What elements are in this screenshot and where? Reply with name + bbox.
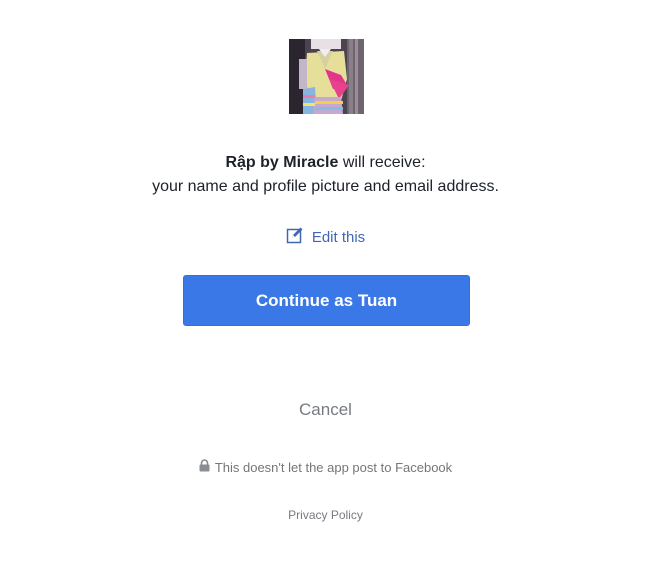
post-permission-notice: This doesn't let the app post to Faceboo… xyxy=(0,459,651,475)
cancel-button[interactable]: Cancel xyxy=(0,400,651,420)
notice-text: This doesn't let the app post to Faceboo… xyxy=(214,459,453,475)
app-profile-picture xyxy=(289,39,364,114)
permission-scopes: your name and profile picture and email … xyxy=(152,178,499,195)
continue-button[interactable]: Continue as Tuan xyxy=(183,275,470,326)
privacy-policy-link[interactable]: Privacy Policy xyxy=(0,508,651,522)
edit-permissions-link[interactable]: Edit this xyxy=(0,226,651,248)
receive-text: will receive: xyxy=(338,154,426,171)
permission-heading: Rập by Miracle will receive: xyxy=(0,154,651,172)
edit-label: Edit this xyxy=(311,228,366,246)
edit-icon xyxy=(286,226,304,248)
app-name: Rập by Miracle xyxy=(225,154,339,171)
lock-icon xyxy=(199,459,210,475)
login-permission-dialog: Rập by Miracle will receive: your name a… xyxy=(0,0,651,561)
